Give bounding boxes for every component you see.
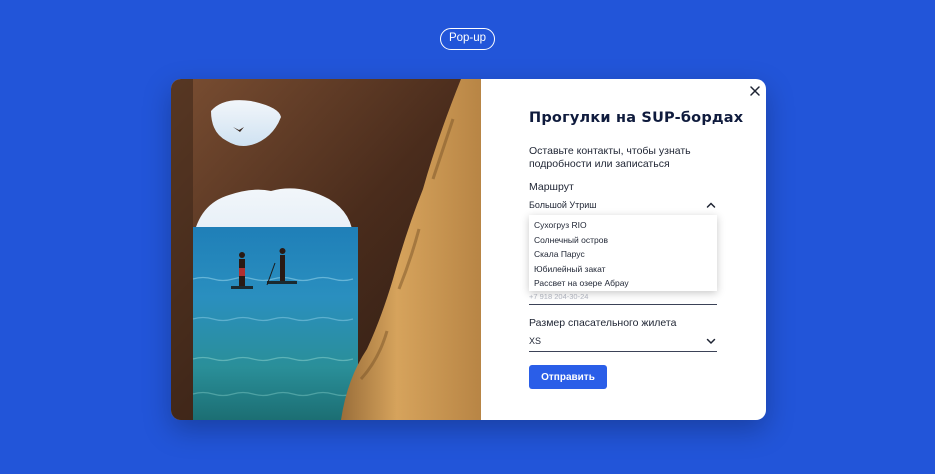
route-option[interactable]: Рассвет на озере Абрау	[529, 276, 717, 291]
popup-modal: Прогулки на SUP-бордах Оставьте контакты…	[171, 79, 766, 420]
route-option[interactable]: Скала Парус	[529, 247, 717, 262]
chevron-down-icon	[706, 338, 716, 345]
route-label: Маршрут	[529, 181, 574, 193]
sea-cave-photo	[171, 79, 481, 420]
vest-size-select[interactable]: XS	[529, 335, 717, 352]
route-dropdown: Сухогруз RIO Солнечный остров Скала Пару…	[529, 215, 717, 291]
chevron-up-icon	[706, 202, 716, 208]
close-button[interactable]	[748, 84, 762, 98]
route-select[interactable]: Большой Утриш	[529, 199, 717, 216]
route-option[interactable]: Солнечный остров	[529, 233, 717, 248]
route-select-value: Большой Утриш	[529, 200, 597, 210]
submit-button[interactable]: Отправить	[529, 365, 607, 389]
route-option[interactable]: Юбилейный закат	[529, 262, 717, 277]
close-icon	[750, 86, 760, 96]
popup-subtitle: Оставьте контакты, чтобы узнать подробно…	[529, 145, 691, 170]
route-option[interactable]: Сухогруз RIO	[529, 218, 717, 233]
popup-title: Прогулки на SUP-бордах	[529, 110, 744, 126]
vest-size-value: XS	[529, 336, 542, 346]
vest-size-label: Размер спасательного жилета	[529, 317, 677, 329]
popup-badge: Pop-up	[440, 28, 495, 50]
